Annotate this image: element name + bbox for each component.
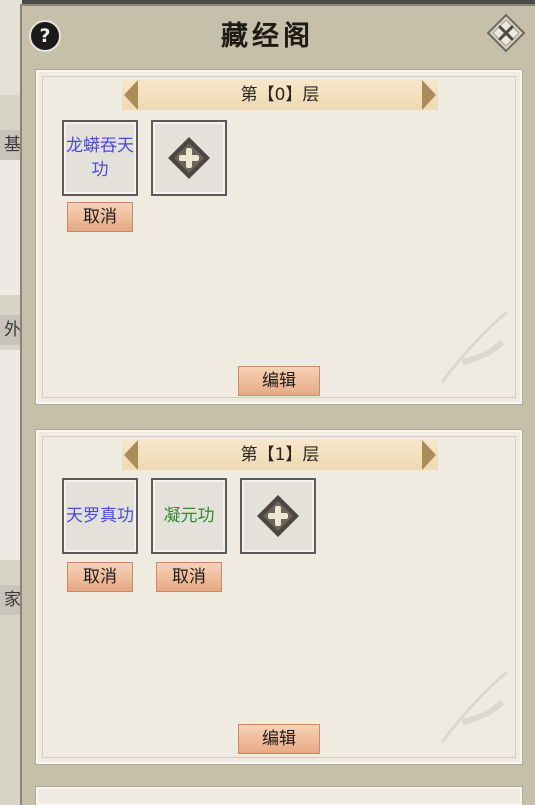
background-list-area bbox=[0, 160, 22, 295]
floor-card-0: 第【0】层 龙蟒吞天功 取消 编辑 bbox=[36, 70, 522, 404]
bamboo-decoration bbox=[440, 310, 508, 383]
plus-icon bbox=[257, 495, 299, 537]
panel-title: 藏经阁 bbox=[221, 21, 314, 52]
background-tab-2[interactable]: 外 bbox=[0, 315, 22, 345]
arrow-right-icon bbox=[422, 440, 436, 470]
edit-button[interactable]: 编辑 bbox=[238, 366, 320, 396]
close-button[interactable] bbox=[486, 13, 526, 53]
bamboo-decoration bbox=[440, 670, 508, 743]
floor-header: 第【1】层 bbox=[122, 440, 438, 470]
floor-card-1: 第【1】层 天罗真功 取消 凝元功 取消 编辑 bbox=[36, 430, 522, 764]
skill-slot[interactable]: 龙蟒吞天功 bbox=[62, 120, 138, 196]
floor-header: 第【0】层 bbox=[122, 80, 438, 110]
skill-slot[interactable]: 天罗真功 bbox=[62, 478, 138, 554]
close-icon bbox=[486, 13, 526, 53]
skill-name: 天罗真功 bbox=[66, 506, 134, 526]
background-list-area bbox=[0, 350, 22, 560]
floor-card-2 bbox=[36, 787, 522, 805]
skill-slot[interactable]: 凝元功 bbox=[151, 478, 227, 554]
floor-title: 第【0】层 bbox=[240, 85, 320, 105]
cancel-button[interactable]: 取消 bbox=[67, 202, 133, 232]
skill-name: 凝元功 bbox=[163, 506, 215, 526]
floor-title: 第【1】层 bbox=[240, 445, 320, 465]
cancel-button[interactable]: 取消 bbox=[156, 562, 222, 592]
skill-name: 龙蟒吞天功 bbox=[66, 136, 134, 180]
cancel-button[interactable]: 取消 bbox=[67, 562, 133, 592]
background-tab-3[interactable]: 家 bbox=[0, 585, 22, 615]
background-tab-1[interactable]: 基 bbox=[0, 130, 22, 160]
add-skill-slot[interactable] bbox=[151, 120, 227, 196]
plus-icon bbox=[168, 137, 210, 179]
add-skill-slot[interactable] bbox=[240, 478, 316, 554]
edit-button[interactable]: 编辑 bbox=[238, 724, 320, 754]
arrow-right-icon bbox=[422, 80, 436, 110]
